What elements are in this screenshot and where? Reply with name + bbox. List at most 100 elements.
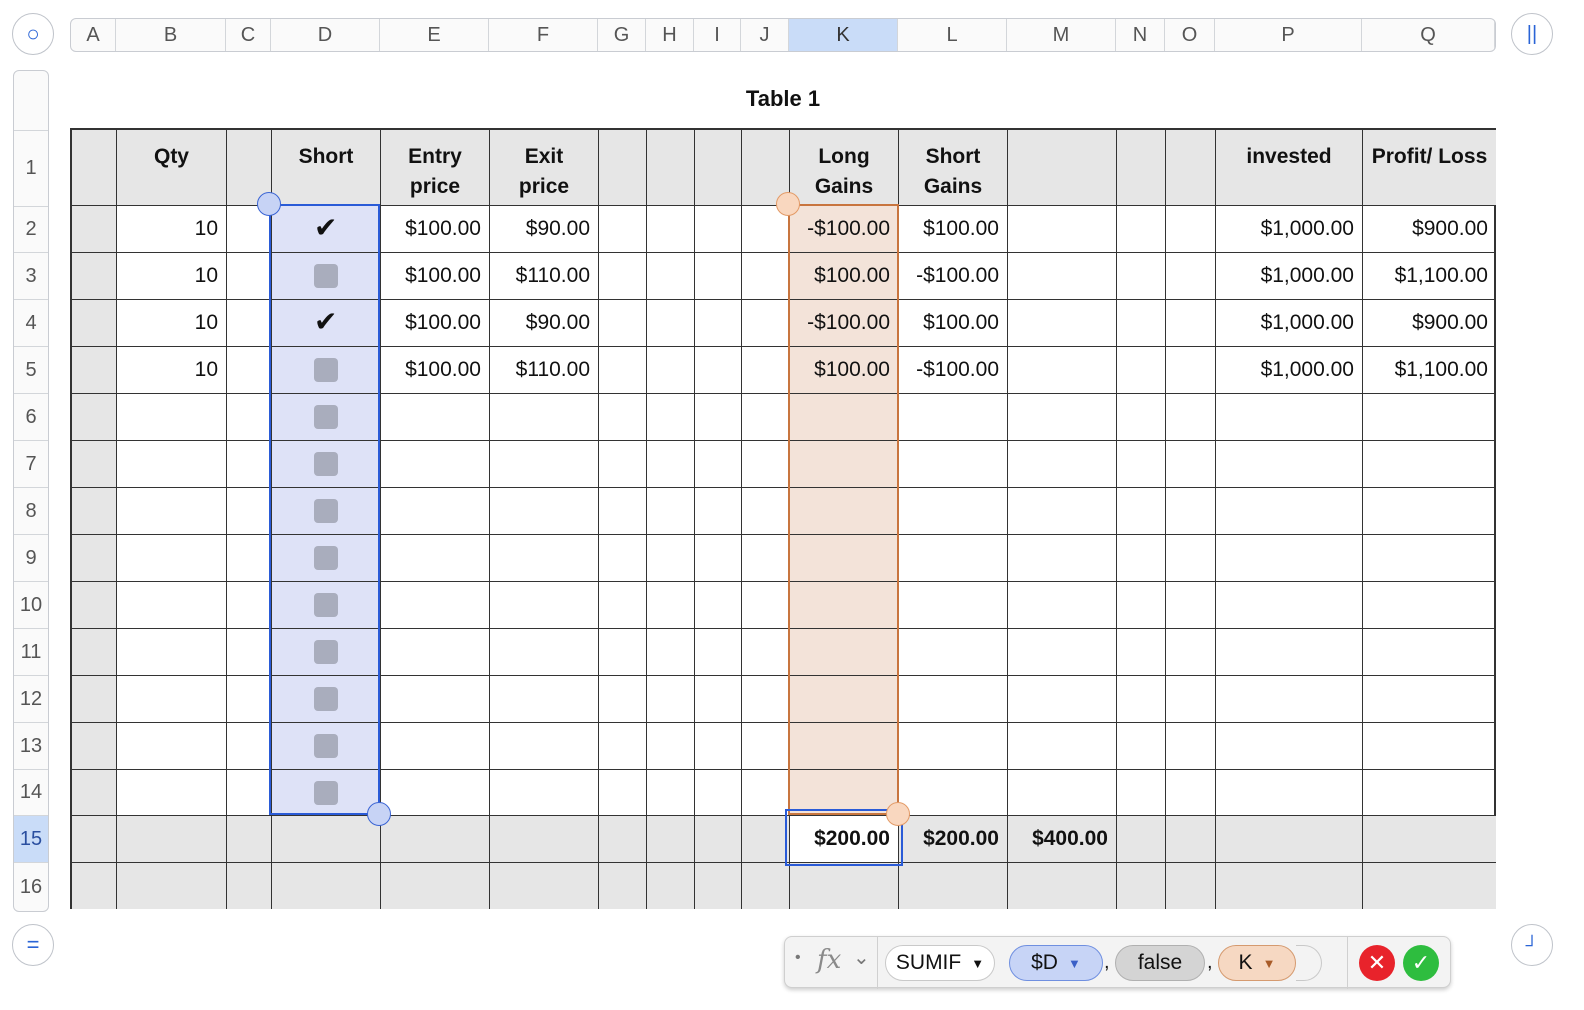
table-cell[interactable] [1166, 441, 1216, 488]
table-cell[interactable] [647, 441, 695, 488]
table-cell[interactable] [490, 770, 599, 816]
table-cell[interactable] [790, 582, 899, 629]
column-header-n[interactable]: N [1116, 19, 1165, 51]
footer-cell[interactable] [695, 863, 742, 909]
footer-cell[interactable] [117, 816, 227, 863]
table-cell[interactable] [72, 300, 117, 347]
table-cell[interactable] [599, 253, 647, 300]
column-header-o[interactable]: O [1165, 19, 1215, 51]
table-cell[interactable] [899, 535, 1008, 582]
table-cell[interactable] [1166, 488, 1216, 535]
table-cell[interactable] [72, 441, 117, 488]
checkbox-unchecked[interactable] [314, 780, 338, 805]
argument-token-d[interactable]: $D ▼ [1009, 945, 1103, 981]
table-cell[interactable] [227, 441, 272, 488]
table-cell[interactable] [1117, 488, 1166, 535]
table-cell[interactable] [272, 394, 381, 441]
row-header-6[interactable]: 6 [14, 394, 48, 441]
footer-total-k[interactable]: $200.00 [790, 816, 899, 863]
checkbox-checked[interactable] [314, 305, 338, 338]
table-cell[interactable] [695, 253, 742, 300]
table-cell[interactable] [599, 488, 647, 535]
row-header-15[interactable]: 15 [14, 816, 48, 863]
cell-invested[interactable]: $1,000.00 [1216, 347, 1363, 394]
column-header-f[interactable]: F [489, 19, 598, 51]
table-cell[interactable] [695, 300, 742, 347]
table-cell[interactable] [695, 770, 742, 816]
table-cell[interactable] [72, 676, 117, 723]
table-cell[interactable] [742, 394, 790, 441]
checkbox-unchecked[interactable] [314, 546, 338, 570]
header-cell-q[interactable]: Profit/ Loss [1363, 130, 1496, 206]
table-cell[interactable] [899, 629, 1008, 676]
table-cell[interactable] [272, 582, 381, 629]
footer-cell[interactable] [490, 816, 599, 863]
table-cell[interactable] [490, 535, 599, 582]
table-cell[interactable] [742, 488, 790, 535]
row-header-7[interactable]: 7 [14, 441, 48, 488]
table-cell[interactable] [272, 206, 381, 253]
column-header-q[interactable]: Q [1362, 19, 1495, 51]
table-cell[interactable] [695, 629, 742, 676]
table-cell[interactable] [647, 347, 695, 394]
cell-profit-loss[interactable]: $900.00 [1363, 300, 1496, 347]
cell-invested[interactable]: $1,000.00 [1216, 253, 1363, 300]
table-cell[interactable] [599, 535, 647, 582]
table-cell[interactable] [1008, 535, 1117, 582]
table-cell[interactable] [742, 253, 790, 300]
table-cell[interactable] [117, 629, 227, 676]
table-cell[interactable] [72, 723, 117, 770]
table-cell[interactable] [599, 441, 647, 488]
table-cell[interactable] [227, 394, 272, 441]
add-row-handle[interactable]: = [12, 924, 54, 966]
table-cell[interactable] [599, 676, 647, 723]
table-cell[interactable] [1008, 723, 1117, 770]
header-cell-e[interactable]: Entry price [381, 130, 490, 206]
row-header-16[interactable]: 16 [14, 863, 48, 911]
table-cell[interactable] [647, 206, 695, 253]
cell-short-gains[interactable]: -$100.00 [899, 253, 1008, 300]
cell-exit[interactable]: $90.00 [490, 206, 599, 253]
table-cell[interactable] [742, 347, 790, 394]
table-cell[interactable] [599, 347, 647, 394]
table-cell[interactable] [1008, 629, 1117, 676]
table-cell[interactable] [742, 300, 790, 347]
table-cell[interactable] [899, 770, 1008, 816]
table-cell[interactable] [490, 441, 599, 488]
table-cell[interactable] [1117, 535, 1166, 582]
table-cell[interactable] [1117, 629, 1166, 676]
table-cell[interactable] [1166, 676, 1216, 723]
table-cell[interactable] [227, 347, 272, 394]
table-cell[interactable] [227, 676, 272, 723]
header-cell-k[interactable]: Long Gains [790, 130, 899, 206]
table-cell[interactable] [742, 770, 790, 816]
table-cell[interactable] [1216, 770, 1363, 816]
chevron-down-icon[interactable]: ⌄ [853, 945, 870, 970]
range-k-end-handle[interactable] [886, 802, 910, 826]
row-header-9[interactable]: 9 [14, 535, 48, 582]
table-cell[interactable] [381, 488, 490, 535]
row-header-14[interactable]: 14 [14, 770, 48, 816]
column-header-d[interactable]: D [271, 19, 380, 51]
table-cell[interactable] [381, 582, 490, 629]
column-header-m[interactable]: M [1007, 19, 1116, 51]
table-cell[interactable] [790, 629, 899, 676]
table-cell[interactable] [381, 394, 490, 441]
column-header-a[interactable]: A [71, 19, 116, 51]
footer-cell[interactable] [72, 816, 117, 863]
table-cell[interactable] [790, 441, 899, 488]
column-header-j[interactable]: J [741, 19, 789, 51]
checkbox-unchecked[interactable] [314, 687, 338, 711]
footer-cell[interactable] [599, 863, 647, 909]
cell-qty[interactable]: 10 [117, 253, 227, 300]
footer-cell[interactable] [490, 863, 599, 909]
table-cell[interactable] [695, 723, 742, 770]
table-cell[interactable] [1216, 441, 1363, 488]
column-header-i[interactable]: I [694, 19, 741, 51]
table-cell[interactable] [272, 347, 381, 394]
table-cell[interactable] [1216, 629, 1363, 676]
cell-qty[interactable]: 10 [117, 206, 227, 253]
cell-long-gains[interactable]: $100.00 [790, 347, 899, 394]
footer-cell[interactable] [1117, 863, 1166, 909]
row-header-10[interactable]: 10 [14, 582, 48, 629]
